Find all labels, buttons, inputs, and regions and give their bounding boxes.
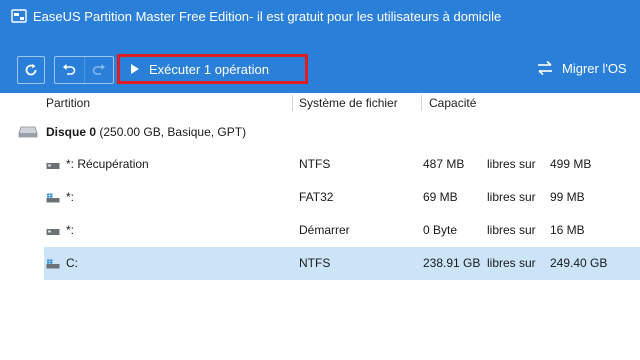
partition-filesystem: FAT32 — [299, 190, 334, 204]
column-divider[interactable] — [292, 95, 293, 111]
partition-filesystem: Démarrer — [299, 223, 350, 237]
drive-icon — [46, 163, 60, 169]
toolbar: Exécuter 1 opération Migrer l'OS — [0, 38, 640, 93]
partition-free: 238.91 GB — [423, 256, 481, 270]
partition-row-selected[interactable]: C: NTFS 238.91 GB libres sur 249.40 GB — [44, 247, 640, 280]
partition-total: 499 MB — [550, 157, 592, 171]
partition-total: 99 MB — [550, 190, 585, 204]
disk-row[interactable]: Disque 0 (250.00 GB, Basique, GPT) — [0, 122, 640, 142]
windows-drive-icon — [46, 259, 60, 269]
drive-icon — [46, 229, 60, 235]
migrate-label: Migrer l'OS — [562, 60, 627, 76]
partition-free-of: libres sur — [487, 256, 536, 270]
column-divider[interactable] — [421, 95, 422, 111]
windows-drive-icon — [46, 193, 60, 203]
redo-icon — [92, 64, 105, 75]
title-bar: EaseUS Partition Master Free Edition- il… — [0, 0, 640, 38]
undo-button[interactable] — [55, 57, 84, 83]
partition-row[interactable]: *: Démarrer 0 Byte libres sur 16 MB — [44, 214, 640, 247]
disk-label: Disque 0 (250.00 GB, Basique, GPT) — [46, 125, 246, 139]
partition-name: C: — [66, 256, 78, 270]
partition-free-of: libres sur — [487, 190, 536, 204]
partition-filesystem: NTFS — [299, 157, 331, 171]
partition-row[interactable]: *: FAT32 69 MB libres sur 99 MB — [44, 181, 640, 214]
partition-free: 69 MB — [423, 190, 458, 204]
app-logo-icon — [11, 9, 27, 23]
migrate-os-button[interactable]: Migrer l'OS — [536, 60, 627, 76]
partition-free-of: libres sur — [487, 157, 536, 171]
header-filesystem[interactable]: Système de fichier — [299, 93, 398, 113]
execute-operations-button[interactable]: Exécuter 1 opération — [117, 54, 308, 84]
partition-table: Partition Système de fichier Capacité Di… — [0, 93, 640, 360]
undo-redo-group — [54, 56, 114, 84]
undo-icon — [63, 64, 76, 75]
refresh-icon — [25, 64, 37, 76]
partition-name: *: — [66, 190, 75, 204]
hard-disk-icon — [18, 126, 38, 138]
redo-button[interactable] — [83, 57, 114, 83]
partition-free-of: libres sur — [487, 223, 536, 237]
migrate-arrows-icon — [538, 60, 552, 76]
partition-row[interactable]: *: Récupération NTFS 487 MB libres sur 4… — [44, 148, 640, 181]
partition-filesystem: NTFS — [299, 256, 331, 270]
partition-name: *: Récupération — [66, 157, 149, 171]
partition-total: 249.40 GB — [550, 256, 608, 270]
window-title: EaseUS Partition Master Free Edition- il… — [33, 9, 502, 24]
play-icon — [131, 64, 139, 74]
header-capacity[interactable]: Capacité — [429, 93, 476, 113]
refresh-button[interactable] — [17, 56, 45, 84]
partition-free: 487 MB — [423, 157, 465, 171]
disk-name: Disque 0 — [46, 125, 97, 139]
partition-total: 16 MB — [550, 223, 585, 237]
header-partition[interactable]: Partition — [46, 93, 90, 113]
disk-details: (250.00 GB, Basique, GPT) — [96, 125, 247, 139]
partition-name: *: — [66, 223, 75, 237]
partition-free: 0 Byte — [423, 223, 458, 237]
execute-label: Exécuter 1 opération — [149, 61, 269, 77]
